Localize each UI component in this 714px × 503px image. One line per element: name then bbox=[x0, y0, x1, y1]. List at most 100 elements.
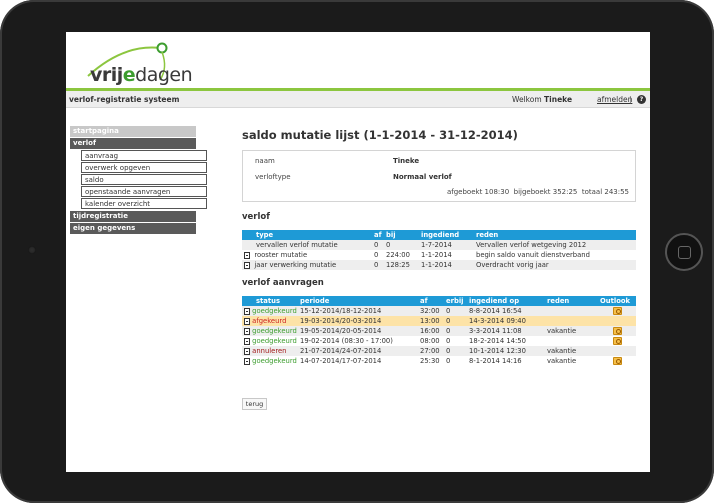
cell-bij: 0 bbox=[384, 240, 419, 250]
col-reden: reden bbox=[545, 296, 598, 306]
sidebar-item-eigen-gegevens[interactable]: eigen gegevens bbox=[70, 223, 196, 234]
sidebar-item-verlof[interactable]: verlof bbox=[70, 138, 196, 149]
col-type: type bbox=[242, 230, 372, 240]
outlook-calendar-icon[interactable] bbox=[612, 337, 622, 345]
logo-part2: e bbox=[122, 64, 136, 86]
page-title: saldo mutatie lijst (1-1-2014 - 31-12-20… bbox=[242, 128, 518, 142]
col-bij: bij bbox=[384, 230, 419, 240]
main-content: saldo mutatie lijst (1-1-2014 - 31-12-20… bbox=[242, 128, 640, 410]
tablet-frame: vrijedagen verlof-registratie systeem We… bbox=[0, 0, 714, 503]
document-icon[interactable] bbox=[244, 357, 250, 365]
cell-status: goedgekeurd bbox=[242, 356, 298, 366]
logo-part3: dagen bbox=[135, 64, 193, 86]
cell-type-text: jaar verwerking mutatie bbox=[254, 261, 337, 269]
col-status: status bbox=[242, 296, 298, 306]
back-button[interactable]: terug bbox=[242, 398, 267, 410]
cell-erbij: 0 bbox=[444, 326, 467, 336]
cell-status: goedgekeurd bbox=[242, 336, 298, 346]
sidebar-subitem-kalender[interactable]: kalender overzicht bbox=[81, 198, 207, 209]
cell-periode: 19-02-2014 (08:30 - 17:00) bbox=[300, 337, 393, 345]
cell-af: 0 bbox=[372, 260, 384, 270]
table-row[interactable]: vervallen verlof mutatie 0 0 1-7-2014 Ve… bbox=[242, 240, 636, 250]
camera-icon bbox=[28, 246, 36, 254]
table-row[interactable]: jaar verwerking mutatie 0 128:25 1-1-201… bbox=[242, 260, 636, 270]
cell-outlook bbox=[598, 306, 636, 316]
verlof-section-title: verlof bbox=[242, 212, 270, 222]
cell-af: 32:00 bbox=[418, 306, 444, 316]
screen: vrijedagen verlof-registratie systeem We… bbox=[66, 32, 650, 472]
sidebar-subitem-openstaande[interactable]: openstaande aanvragen bbox=[81, 186, 207, 197]
cell-periode: 14-07-2014/17-07-2014 bbox=[300, 357, 382, 365]
table-row[interactable]: goedgekeurd 19-05-2014/20-05-2014 16:00 … bbox=[242, 326, 636, 336]
username: Tineke bbox=[544, 95, 573, 104]
cell-status: annuleren bbox=[242, 346, 298, 356]
status-text: goedgekeurd bbox=[252, 337, 297, 345]
cell-reden: Vervallen verlof wetgeving 2012 bbox=[474, 240, 636, 250]
home-button[interactable] bbox=[665, 233, 703, 271]
sidebar-subitem-saldo[interactable]: saldo bbox=[81, 174, 207, 185]
outlook-calendar-icon[interactable] bbox=[612, 357, 622, 365]
table-row[interactable]: goedgekeurd 14-07-2014/17-07-2014 25:30 … bbox=[242, 356, 636, 366]
document-icon[interactable] bbox=[244, 327, 250, 335]
cell-erbij: 0 bbox=[446, 337, 451, 345]
home-square-icon bbox=[678, 246, 691, 259]
cell-reden: Overdracht vorig jaar bbox=[474, 260, 636, 270]
aanvragen-table: status periode af erbij ingediend op red… bbox=[242, 296, 636, 366]
table-row[interactable]: rooster mutatie 0 224:00 1-1-2014 begin … bbox=[242, 250, 636, 260]
cell-ingediend: 1-7-2014 bbox=[419, 240, 474, 250]
cell-reden bbox=[545, 316, 598, 326]
cell-reden bbox=[545, 306, 598, 316]
document-icon[interactable] bbox=[244, 251, 250, 259]
document-icon[interactable] bbox=[244, 337, 250, 345]
logo-text: vrijedagen bbox=[90, 64, 193, 86]
logo: vrijedagen bbox=[78, 38, 198, 86]
table-row[interactable]: afgekeurd 19-03-2014/20-03-2014 13:00 0 … bbox=[242, 316, 636, 326]
totaal: totaal 243:55 bbox=[581, 188, 629, 196]
col-ingediend-op: ingediend op bbox=[467, 296, 545, 306]
cell-af: 0 bbox=[374, 251, 379, 259]
cell-af: 16:00 bbox=[418, 326, 444, 336]
logo-part1: vrij bbox=[90, 64, 123, 86]
cell-af: 27:00 bbox=[418, 346, 444, 356]
top-bar: verlof-registratie systeem Welkom Tineke… bbox=[66, 88, 650, 108]
aanvragen-section-title: verlof aanvragen bbox=[242, 278, 324, 288]
cell-ingediend-op: 18-2-2014 14:50 bbox=[469, 337, 526, 345]
cell-status: goedgekeurd bbox=[242, 326, 298, 336]
document-icon[interactable] bbox=[244, 347, 250, 355]
col-outlook: Outlook bbox=[598, 296, 636, 306]
aanvragen-table-header: status periode af erbij ingediend op red… bbox=[242, 296, 636, 306]
cell-af: 25:30 bbox=[420, 357, 440, 365]
outlook-calendar-icon[interactable] bbox=[612, 307, 622, 315]
col-periode: periode bbox=[298, 296, 418, 306]
cell-reden: begin saldo vanuit dienstverband bbox=[476, 251, 590, 259]
bijgeboekt: bijgeboekt 352:25 bbox=[513, 188, 578, 196]
cell-periode: 21-07-2014/24-07-2014 bbox=[298, 346, 418, 356]
table-row[interactable]: goedgekeurd 15-12-2014/18-12-2014 32:00 … bbox=[242, 306, 636, 316]
cell-type-text: rooster mutatie bbox=[254, 251, 308, 259]
sidebar-subitem-aanvraag[interactable]: aanvraag bbox=[81, 150, 207, 161]
table-row[interactable]: goedgekeurd 19-02-2014 (08:30 - 17:00) 0… bbox=[242, 336, 636, 346]
status-text: afgekeurd bbox=[252, 317, 287, 325]
cell-ingediend: 1-1-2014 bbox=[421, 251, 452, 259]
cell-reden: vakantie bbox=[545, 326, 598, 336]
table-row[interactable]: annuleren 21-07-2014/24-07-2014 27:00 0 … bbox=[242, 346, 636, 356]
verloftype-label: verloftype bbox=[255, 173, 291, 181]
help-icon[interactable]: ? bbox=[637, 95, 646, 104]
sidebar-item-tijdregistratie[interactable]: tijdregistratie bbox=[70, 211, 196, 222]
cell-status: afgekeurd bbox=[242, 316, 298, 326]
cell-periode: 19-05-2014/20-05-2014 bbox=[298, 326, 418, 336]
afgeboekt: afgeboekt 108:30 bbox=[446, 188, 510, 196]
cell-bij: 128:25 bbox=[384, 260, 419, 270]
sidebar-item-startpagina[interactable]: startpagina bbox=[70, 126, 196, 137]
document-icon[interactable] bbox=[244, 261, 250, 269]
sidebar: startpagina verlof aanvraag overwerk opg… bbox=[70, 126, 207, 235]
cell-status: goedgekeurd bbox=[242, 306, 298, 316]
outlook-calendar-icon[interactable] bbox=[612, 327, 622, 335]
cell-reden bbox=[545, 336, 598, 346]
document-icon[interactable] bbox=[244, 307, 250, 315]
logout-link[interactable]: afmelden bbox=[597, 95, 632, 104]
document-icon[interactable] bbox=[244, 317, 250, 325]
sidebar-subitem-overwerk[interactable]: overwerk opgeven bbox=[81, 162, 207, 173]
separator: | bbox=[629, 95, 632, 104]
cell-outlook bbox=[598, 316, 636, 326]
